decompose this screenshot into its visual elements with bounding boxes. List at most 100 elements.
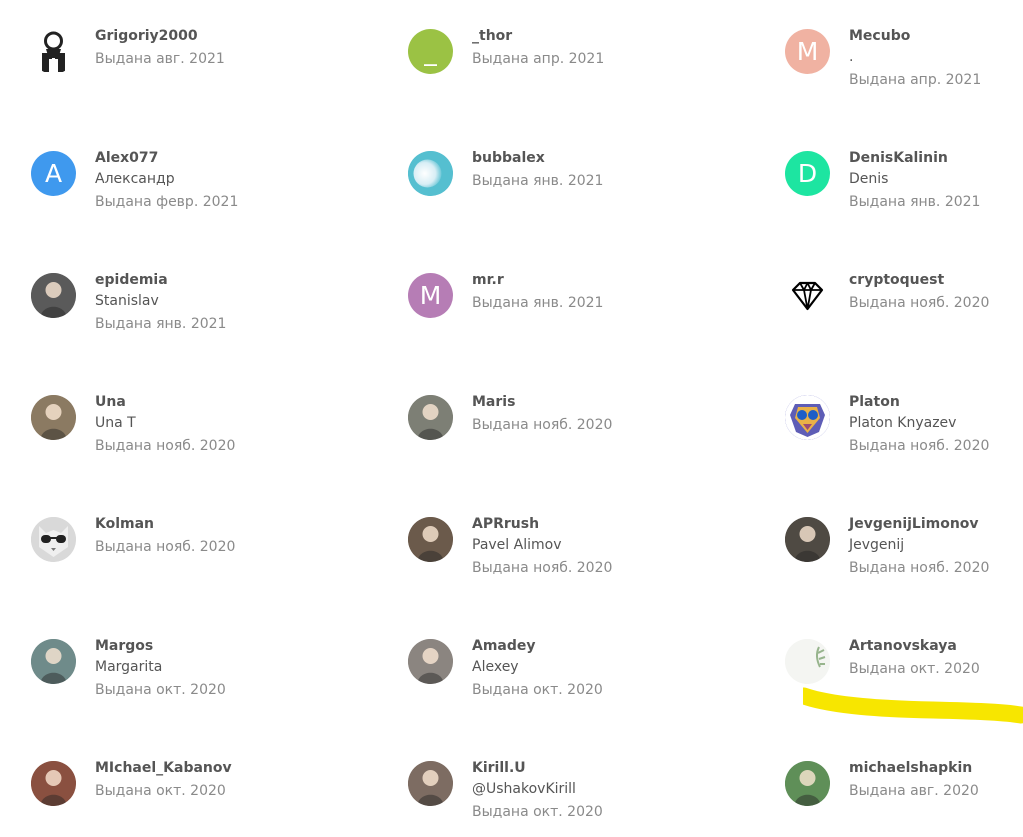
username-link[interactable]: Grigoriy2000	[95, 26, 355, 46]
username-link[interactable]: MIchael_Kabanov	[95, 758, 355, 778]
user-info: _thor Выдана апр. 2021	[472, 26, 732, 69]
issued-date: Выдана окт. 2020	[95, 682, 226, 698]
issued-date: Выдана янв. 2021	[472, 295, 604, 311]
avatar-letter-avatar[interactable]: M	[408, 273, 453, 318]
user-card[interactable]: APRrush Pavel Alimov Выдана нояб. 2020	[408, 514, 738, 614]
user-card[interactable]: MIchael_Kabanov Выдана окт. 2020	[31, 758, 361, 837]
user-card[interactable]: cryptoquest Выдана нояб. 2020	[785, 270, 1023, 370]
photo-avatar-icon[interactable]	[408, 517, 453, 562]
username-link[interactable]: mr.r	[472, 270, 732, 290]
user-card[interactable]: epidemia Stanislav Выдана янв. 2021	[31, 270, 361, 370]
real-name: Platon Knyazev	[849, 415, 957, 431]
real-name: .	[849, 49, 854, 65]
photo-avatar-icon	[31, 761, 76, 806]
avatar-letter-avatar[interactable]: A	[31, 151, 76, 196]
username-link[interactable]: Margos	[95, 636, 355, 656]
issued-date: Выдана окт. 2020	[849, 661, 980, 677]
user-card[interactable]: D DenisKalinin Denis Выдана янв. 2021	[785, 148, 1023, 248]
plant-avatar-icon[interactable]	[785, 639, 830, 684]
username-link[interactable]: Platon	[849, 392, 1023, 412]
user-card[interactable]: bubbalex Выдана янв. 2021	[408, 148, 738, 248]
issued-date: Выдана нояб. 2020	[95, 438, 236, 454]
issued-date: Выдана февр. 2021	[95, 194, 239, 210]
username-link[interactable]: Kolman	[95, 514, 355, 534]
username-link[interactable]: Maris	[472, 392, 732, 412]
photo-avatar-icon[interactable]	[408, 639, 453, 684]
user-card[interactable]: Grigoriy2000 Выдана авг. 2021	[31, 26, 361, 126]
gradient-circle-icon[interactable]	[408, 151, 453, 196]
lion-art-icon[interactable]	[785, 395, 830, 440]
username-link[interactable]: APRrush	[472, 514, 732, 534]
username-link[interactable]: JevgenijLimonov	[849, 514, 1023, 534]
username-link[interactable]: Alex077	[95, 148, 355, 168]
user-info: cryptoquest Выдана нояб. 2020	[849, 270, 1023, 313]
user-card[interactable]: Mmr.r Выдана янв. 2021	[408, 270, 738, 370]
person-tie-icon[interactable]	[31, 29, 76, 74]
user-card[interactable]: Kolman Выдана нояб. 2020	[31, 514, 361, 614]
username-link[interactable]: Amadey	[472, 636, 732, 656]
user-info: Amadey Alexey Выдана окт. 2020	[472, 636, 732, 700]
avatar-letter: _	[424, 37, 437, 66]
diamond-icon[interactable]	[785, 273, 830, 318]
username-link[interactable]: Kirill.U	[472, 758, 732, 778]
username-link[interactable]: Una	[95, 392, 355, 412]
user-card[interactable]: M Mecubo. Выдана апр. 2021	[785, 26, 1023, 126]
gradient-circle-icon	[408, 151, 453, 196]
photo-avatar-icon	[408, 639, 453, 684]
user-card[interactable]: Margos Margarita Выдана окт. 2020	[31, 636, 361, 736]
username-link[interactable]: epidemia	[95, 270, 355, 290]
username-link[interactable]: _thor	[472, 26, 732, 46]
issued-date: Выдана авг. 2021	[95, 51, 225, 67]
username-link[interactable]: bubbalex	[472, 148, 732, 168]
user-card[interactable]: Platon Platon Knyazev Выдана нояб. 2020	[785, 392, 1023, 492]
user-info: mr.r Выдана янв. 2021	[472, 270, 732, 313]
real-name: Александр	[95, 171, 175, 187]
real-name: Alexey	[472, 659, 519, 675]
avatar-letter: M	[419, 281, 442, 310]
issued-date: Выдана нояб. 2020	[95, 539, 236, 555]
user-card[interactable]: A Alex077 Александр Выдана февр. 2021	[31, 148, 361, 248]
username-link[interactable]: Mecubo	[849, 26, 1023, 46]
issued-date: Выдана нояб. 2020	[472, 560, 613, 576]
user-card[interactable]: JevgenijLimonov Jevgenij Выдана нояб. 2020	[785, 514, 1023, 614]
photo-avatar-icon[interactable]	[31, 273, 76, 318]
avatar-letter-avatar[interactable]: _	[408, 29, 453, 74]
username-link[interactable]: Artanovskaya	[849, 636, 1023, 656]
photo-avatar-icon	[785, 517, 830, 562]
users-column-1: Grigoriy2000 Выдана авг. 2021 A Alex077 Алек…	[31, 0, 361, 837]
photo-avatar-icon	[785, 761, 830, 806]
user-card[interactable]: Una Una T Выдана нояб. 2020	[31, 392, 361, 492]
diamond-icon	[791, 281, 824, 311]
users-column-3: M Mecubo. Выдана апр. 2021 D DenisKalinin Den…	[785, 0, 1023, 837]
user-card[interactable]: michaelshapkin Выдана авг. 2020	[785, 758, 1023, 837]
cat-sunglasses-icon[interactable]	[31, 517, 76, 562]
issued-date: Выдана нояб. 2020	[472, 417, 613, 433]
user-info: Kolman Выдана нояб. 2020	[95, 514, 355, 557]
avatar-letter-avatar[interactable]: M	[785, 29, 830, 74]
photo-avatar-icon[interactable]	[31, 639, 76, 684]
issued-date: Выдана янв. 2021	[472, 173, 604, 189]
avatar-letter-avatar[interactable]: D	[785, 151, 830, 196]
photo-avatar-icon[interactable]	[408, 395, 453, 440]
username-link[interactable]: DenisKalinin	[849, 148, 1023, 168]
photo-avatar-icon[interactable]	[408, 761, 453, 806]
users-column-2: _ _thor Выдана апр. 2021 bubbalex Выдана ян…	[408, 0, 738, 837]
issued-date: Выдана нояб. 2020	[849, 560, 990, 576]
user-card[interactable]: _ _thor Выдана апр. 2021	[408, 26, 738, 126]
username-link[interactable]: michaelshapkin	[849, 758, 1023, 778]
photo-avatar-icon	[408, 517, 453, 562]
issued-date: Выдана окт. 2020	[95, 783, 226, 799]
user-info: Una Una T Выдана нояб. 2020	[95, 392, 355, 456]
user-card[interactable]: Artanovskaya Выдана окт. 2020	[785, 636, 1023, 736]
photo-avatar-icon[interactable]	[31, 395, 76, 440]
issued-date: Выдана окт. 2020	[472, 804, 603, 820]
photo-avatar-icon[interactable]	[785, 517, 830, 562]
avatar-letter: M	[796, 37, 819, 66]
photo-avatar-icon[interactable]	[785, 761, 830, 806]
user-card[interactable]: Maris Выдана нояб. 2020	[408, 392, 738, 492]
user-card[interactable]: Kirill.U @UshakovKirill Выдана окт. 2020	[408, 758, 738, 837]
user-card[interactable]: Amadey Alexey Выдана окт. 2020	[408, 636, 738, 736]
photo-avatar-icon[interactable]	[31, 761, 76, 806]
username-link[interactable]: cryptoquest	[849, 270, 1023, 290]
user-info: DenisKalinin Denis Выдана янв. 2021	[849, 148, 1023, 212]
